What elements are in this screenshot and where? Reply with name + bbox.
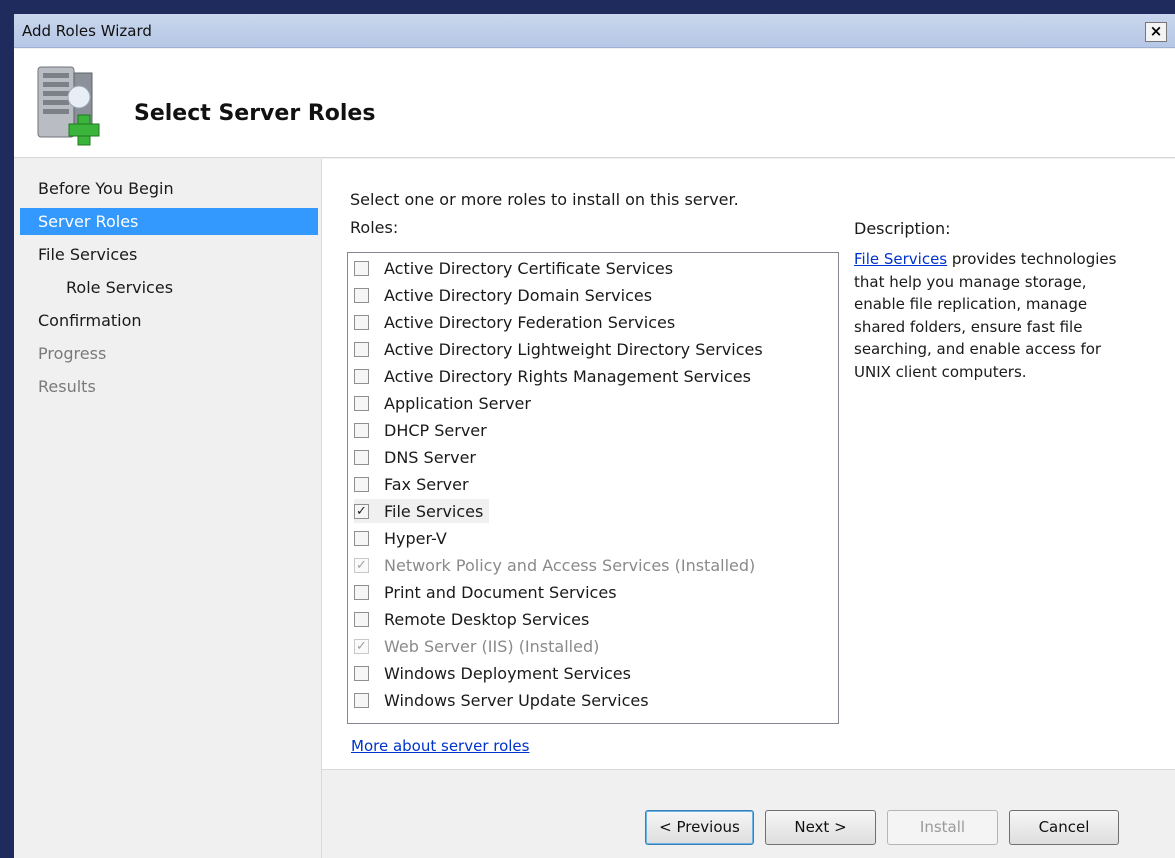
role-label: Active Directory Lightweight Directory S…	[384, 339, 763, 359]
role-checkbox[interactable]	[354, 368, 369, 384]
role-item[interactable]: Application Server	[354, 391, 537, 415]
nav-item-before-you-begin[interactable]: Before You Begin	[20, 175, 318, 202]
instruction-text: Select one or more roles to install on t…	[350, 190, 739, 209]
wizard-footer: < Previous Next > Install Cancel	[321, 769, 1175, 858]
role-label: Windows Deployment Services	[384, 663, 631, 683]
nav-item-confirmation[interactable]: Confirmation	[20, 307, 318, 334]
role-item: ✓ Web Server (IIS) (Installed)	[354, 634, 605, 658]
role-checkbox[interactable]	[354, 449, 369, 465]
role-checkbox[interactable]: ✓	[354, 503, 369, 519]
role-checkbox[interactable]	[354, 341, 369, 357]
role-item[interactable]: Print and Document Services	[354, 580, 623, 604]
nav-item-progress: Progress	[38, 344, 107, 363]
next-button[interactable]: Next >	[765, 810, 876, 845]
role-checkbox[interactable]	[354, 476, 369, 492]
role-checkbox: ✓	[354, 638, 369, 654]
cancel-button[interactable]: Cancel	[1009, 810, 1119, 845]
nav-item-role-services[interactable]: Role Services	[20, 274, 318, 301]
role-checkbox[interactable]	[354, 692, 369, 708]
server-add-icon	[37, 66, 100, 146]
add-roles-wizard-window: Add Roles Wizard × Select Server Roles B…	[14, 14, 1175, 858]
role-checkbox[interactable]	[354, 260, 369, 276]
page-title: Select Server Roles	[134, 101, 376, 126]
role-label: Hyper-V	[384, 528, 447, 548]
content-panel: Select one or more roles to install on t…	[321, 159, 1175, 769]
wizard-nav: Before You Begin Server Roles File Servi…	[14, 159, 321, 858]
role-label: Print and Document Services	[384, 582, 617, 602]
role-item[interactable]: Active Directory Certificate Services	[354, 256, 679, 280]
role-item[interactable]: Active Directory Federation Services	[354, 310, 681, 334]
roles-list[interactable]: Active Directory Certificate Services Ac…	[347, 252, 839, 724]
role-checkbox[interactable]	[354, 584, 369, 600]
description-text: File Services provides technologies that…	[854, 248, 1139, 383]
role-label: DHCP Server	[384, 420, 487, 440]
description-body: provides technologies that help you mana…	[854, 250, 1117, 381]
install-button: Install	[887, 810, 998, 845]
role-checkbox[interactable]	[354, 665, 369, 681]
role-item[interactable]: Remote Desktop Services	[354, 607, 595, 631]
role-checkbox[interactable]	[354, 422, 369, 438]
role-label: Network Policy and Access Services (Inst…	[384, 555, 756, 575]
role-item[interactable]: Active Directory Rights Management Servi…	[354, 364, 757, 388]
role-label: File Services	[384, 501, 484, 521]
nav-item-results: Results	[38, 377, 96, 396]
role-item[interactable]: ✓ File Services	[354, 499, 490, 523]
role-label: Windows Server Update Services	[384, 690, 649, 710]
previous-button[interactable]: < Previous	[645, 810, 754, 845]
roles-label: Roles:	[350, 218, 399, 237]
role-checkbox[interactable]	[354, 395, 369, 411]
role-label: Active Directory Domain Services	[384, 285, 653, 305]
role-item[interactable]: DHCP Server	[354, 418, 493, 442]
role-item[interactable]: Hyper-V	[354, 526, 453, 550]
role-checkbox[interactable]	[354, 530, 369, 546]
window-title: Add Roles Wizard	[22, 22, 152, 40]
role-item[interactable]: Windows Server Update Services	[354, 688, 655, 712]
role-checkbox[interactable]	[354, 611, 369, 627]
nav-item-server-roles[interactable]: Server Roles	[20, 208, 318, 235]
description-link[interactable]: File Services	[854, 250, 947, 268]
role-label: Web Server (IIS) (Installed)	[384, 636, 600, 656]
role-label: Application Server	[384, 393, 531, 413]
role-label: DNS Server	[384, 447, 476, 467]
role-label: Fax Server	[384, 474, 469, 494]
role-item[interactable]: Active Directory Domain Services	[354, 283, 658, 307]
role-item[interactable]: DNS Server	[354, 445, 482, 469]
role-label: Active Directory Rights Management Servi…	[384, 366, 751, 386]
wizard-header: Select Server Roles	[14, 49, 1175, 158]
role-checkbox[interactable]	[354, 287, 369, 303]
role-item[interactable]: Windows Deployment Services	[354, 661, 637, 685]
role-checkbox: ✓	[354, 557, 369, 573]
role-label: Active Directory Certificate Services	[384, 258, 674, 278]
role-item[interactable]: Fax Server	[354, 472, 475, 496]
role-label: Active Directory Federation Services	[384, 312, 676, 332]
role-checkbox[interactable]	[354, 314, 369, 330]
nav-item-file-services[interactable]: File Services	[20, 241, 318, 268]
role-label: Remote Desktop Services	[384, 609, 590, 629]
role-item[interactable]: Active Directory Lightweight Directory S…	[354, 337, 769, 361]
title-bar: Add Roles Wizard ×	[14, 14, 1175, 48]
role-item: ✓ Network Policy and Access Services (In…	[354, 553, 761, 577]
more-about-server-roles-link[interactable]: More about server roles	[351, 737, 529, 755]
close-button[interactable]: ×	[1145, 22, 1167, 42]
description-label: Description:	[854, 219, 951, 238]
